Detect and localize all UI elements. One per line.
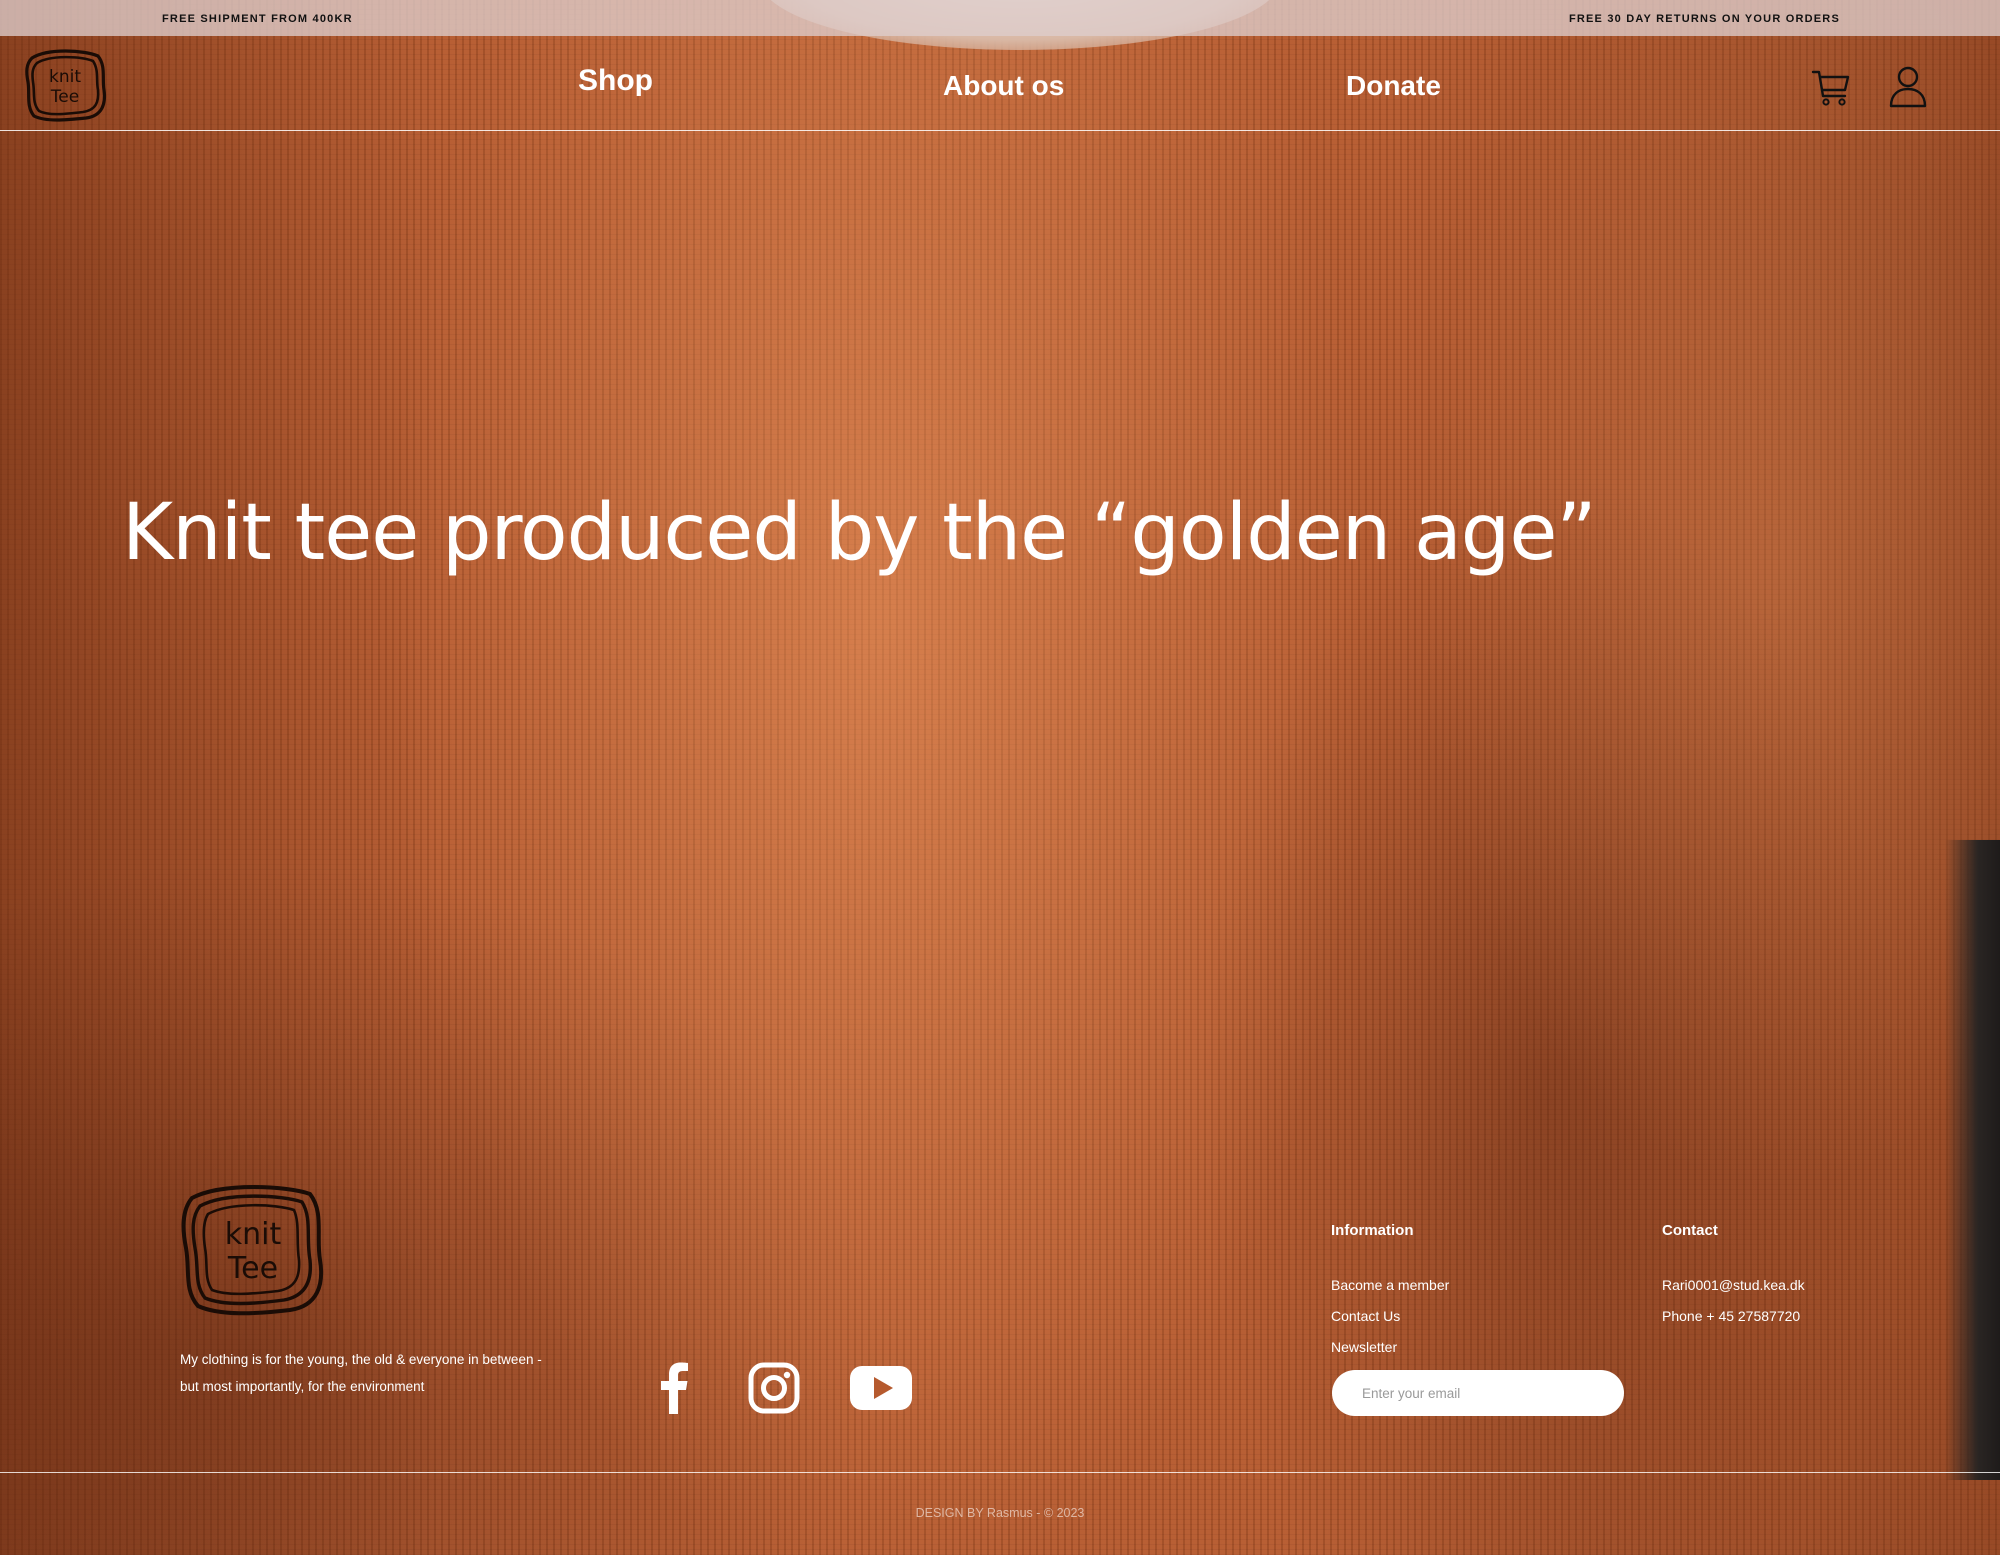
youtube-icon[interactable] <box>848 1360 914 1416</box>
nav-shop[interactable]: Shop <box>578 64 653 98</box>
cart-icon[interactable] <box>1810 66 1852 108</box>
footer-tagline: My clothing is for the young, the old & … <box>180 1352 542 1394</box>
contact-phone: Phone + 45 27587720 <box>1662 1308 1801 1324</box>
logo-text-knit: knit <box>225 1217 282 1252</box>
nav-about[interactable]: About os <box>943 70 1064 102</box>
knit-tee-logo-icon: knit Tee <box>181 1185 324 1316</box>
header-logo[interactable]: knit Tee <box>22 44 108 124</box>
instagram-icon[interactable] <box>746 1360 802 1416</box>
copyright: DESIGN BY Rasmus - © 2023 <box>915 1506 1085 1520</box>
newsletter-email-input[interactable] <box>1332 1370 1624 1416</box>
footer-divider <box>0 1472 2000 1473</box>
information-heading: Information <box>1331 1222 1414 1239</box>
become-member-link[interactable]: Bacome a member <box>1331 1277 1449 1293</box>
site-header: knit Tee Shop About os Donate <box>0 36 2000 131</box>
footer-logo[interactable]: knit Tee <box>178 1180 326 1318</box>
contact-us-link[interactable]: Contact Us <box>1331 1308 1400 1324</box>
logo-text-tee: Tee <box>50 87 79 107</box>
contact-heading: Contact <box>1662 1222 1718 1239</box>
background-shadow <box>1945 840 2000 1480</box>
facebook-icon[interactable] <box>652 1360 696 1416</box>
user-icon[interactable] <box>1888 64 1928 108</box>
contact-email[interactable]: Rari0001@stud.kea.dk <box>1662 1277 1805 1293</box>
announcement-bar: FREE SHIPMENT FROM 400KR FREE 30 DAY RET… <box>0 0 2000 36</box>
shipping-notice: FREE SHIPMENT FROM 400KR <box>162 13 353 25</box>
nav-donate[interactable]: Donate <box>1346 70 1441 102</box>
logo-text-tee: Tee <box>227 1251 278 1286</box>
knit-tee-logo-icon: knit Tee <box>25 49 107 122</box>
newsletter-link[interactable]: Newsletter <box>1331 1339 1397 1355</box>
hero-title: Knit tee produced by the “golden age” <box>122 488 1597 578</box>
returns-notice: FREE 30 DAY RETURNS ON YOUR ORDERS <box>1568 13 1840 25</box>
logo-text-knit: knit <box>49 67 81 87</box>
